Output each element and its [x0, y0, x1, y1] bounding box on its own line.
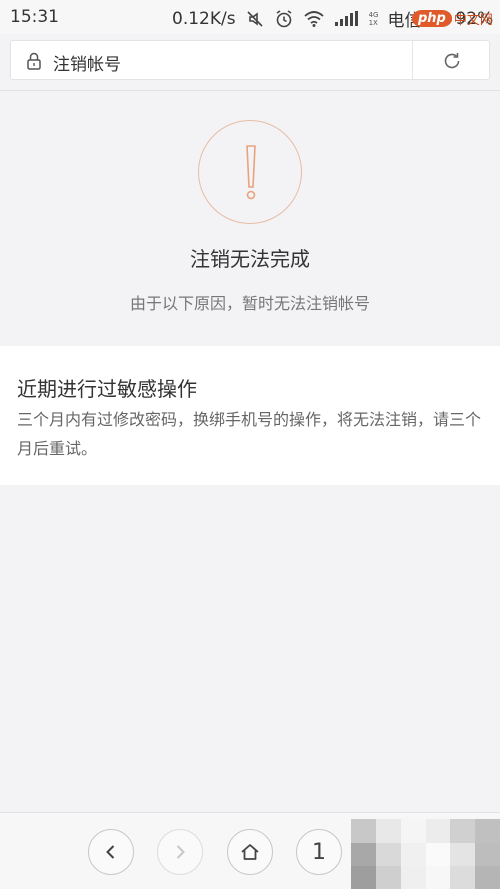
- watermark-text: 中文网: [453, 12, 493, 28]
- header-divider: [0, 90, 500, 91]
- lock-icon: [26, 52, 42, 74]
- status-time: 15:31: [10, 7, 59, 27]
- wifi-icon: [303, 10, 325, 28]
- net-speed: 0.12K/s: [172, 8, 236, 29]
- signal-icon: [334, 10, 360, 27]
- back-icon: [106, 845, 115, 859]
- result-subtitle: 由于以下原因，暂时无法注销帐号: [129, 294, 370, 313]
- home-button[interactable]: [227, 829, 273, 875]
- tabs-button[interactable]: 1: [296, 829, 342, 875]
- refresh-icon[interactable]: [441, 50, 463, 72]
- forward-icon: [176, 845, 185, 859]
- site-watermark: php 中文网: [412, 5, 500, 31]
- page-title[interactable]: 注销帐号: [53, 50, 121, 75]
- bottom-toolbar: 1: [0, 812, 500, 889]
- forward-button[interactable]: [157, 829, 203, 875]
- address-bar[interactable]: 注销帐号: [10, 40, 490, 80]
- alarm-icon: [274, 9, 294, 29]
- result-title: 注销无法完成: [190, 247, 310, 271]
- warning-circle: [198, 120, 302, 224]
- reason-description: 三个月内有过修改密码，换绑手机号的操作，将无法注销，请三个月后重试。: [17, 410, 482, 458]
- back-button[interactable]: [88, 829, 134, 875]
- pixelated-area: [351, 819, 500, 889]
- exclamation-icon: [246, 145, 256, 200]
- watermark-badge: php: [412, 9, 452, 27]
- tab-count: 1: [312, 839, 326, 865]
- home-icon: [241, 844, 259, 860]
- network-type: 4G 1X: [368, 10, 379, 27]
- address-divider: [412, 41, 413, 79]
- reason-title: 近期进行过敏感操作: [17, 377, 197, 401]
- reason-card: 近期进行过敏感操作 三个月内有过修改密码，换绑手机号的操作，将无法注销，请三个月…: [0, 346, 500, 485]
- mute-icon: [245, 9, 265, 29]
